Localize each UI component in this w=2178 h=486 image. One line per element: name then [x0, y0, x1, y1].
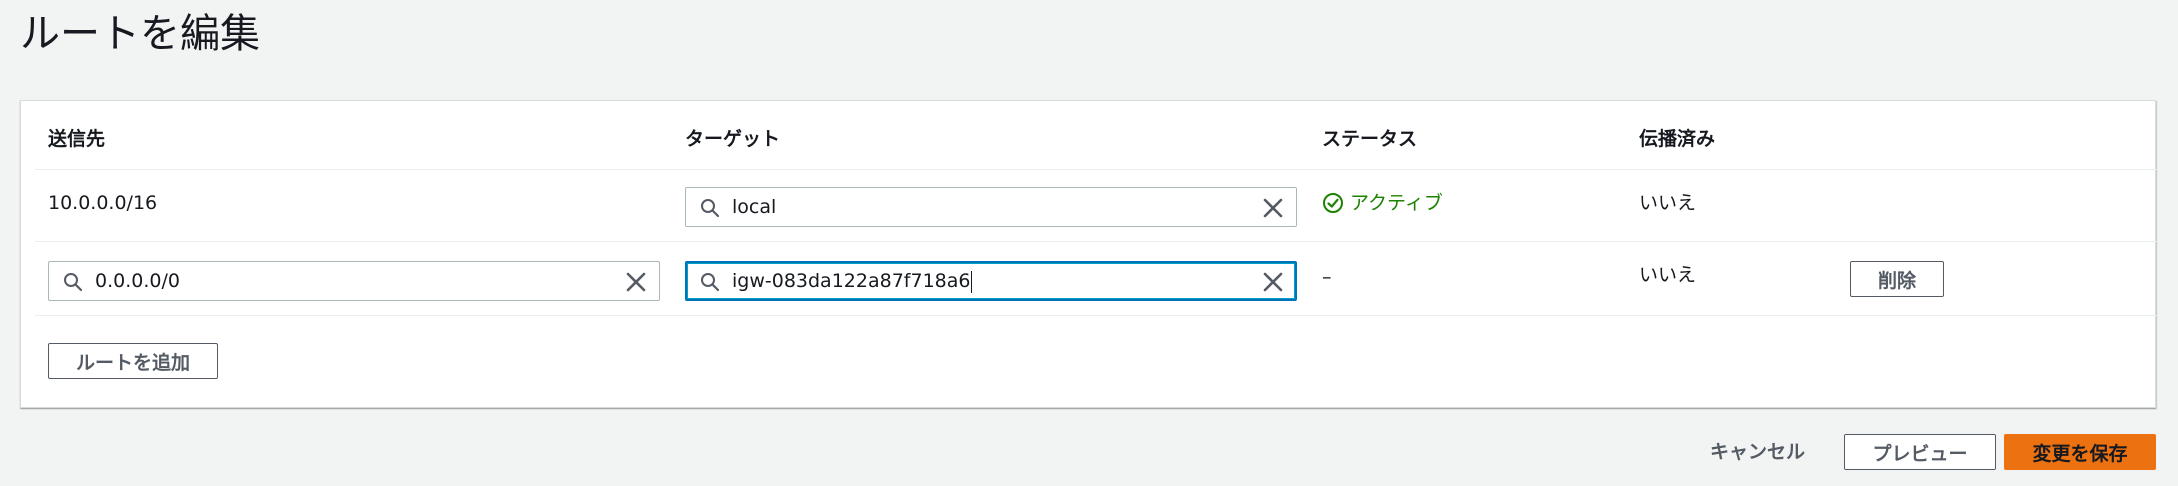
- status-text: アクティブ: [1350, 192, 1443, 214]
- destination-cell: 10.0.0.0/16: [48, 192, 158, 214]
- status-badge: アクティブ: [1322, 189, 1443, 217]
- target-input-value: local: [732, 196, 777, 218]
- column-header-target: ターゲット: [685, 128, 781, 150]
- target-input-value: igw-083da122a87f718a6: [732, 270, 971, 292]
- column-header-status: ステータス: [1322, 128, 1418, 150]
- check-circle-icon: [1323, 193, 1343, 213]
- clear-icon[interactable]: [1262, 271, 1284, 293]
- page-title: ルートを編集: [20, 11, 260, 57]
- clear-icon[interactable]: [625, 271, 647, 293]
- cancel-button[interactable]: キャンセル: [1710, 434, 1805, 470]
- propagated-cell: いいえ: [1639, 264, 1697, 286]
- column-header-propagated: 伝播済み: [1639, 128, 1716, 150]
- search-icon: [701, 273, 720, 292]
- save-changes-button[interactable]: 変更を保存: [2004, 434, 2156, 470]
- status-text: –: [1322, 266, 1332, 288]
- clear-icon[interactable]: [1262, 197, 1284, 219]
- target-input[interactable]: igw-083da122a87f718a6: [685, 261, 1297, 301]
- routes-table-panel: 送信先 ターゲット ステータス 伝播済み 10.0.0.0/16 local ア…: [20, 100, 2157, 408]
- preview-button[interactable]: プレビュー: [1844, 434, 1996, 470]
- row-divider: [35, 169, 2157, 170]
- add-route-button[interactable]: ルートを追加: [48, 343, 218, 379]
- search-icon: [64, 273, 83, 292]
- row-divider: [35, 241, 2157, 242]
- propagated-cell: いいえ: [1639, 192, 1697, 214]
- destination-input[interactable]: 0.0.0.0/0: [48, 261, 660, 301]
- delete-route-button[interactable]: 削除: [1850, 261, 1944, 297]
- target-input-text: igw-083da122a87f718a6: [732, 268, 973, 294]
- target-input[interactable]: local: [685, 187, 1297, 227]
- row-divider: [35, 315, 2157, 316]
- column-header-destination: 送信先: [48, 128, 106, 150]
- destination-input-value: 0.0.0.0/0: [95, 270, 180, 292]
- search-icon: [701, 199, 720, 218]
- text-caret: [971, 270, 973, 293]
